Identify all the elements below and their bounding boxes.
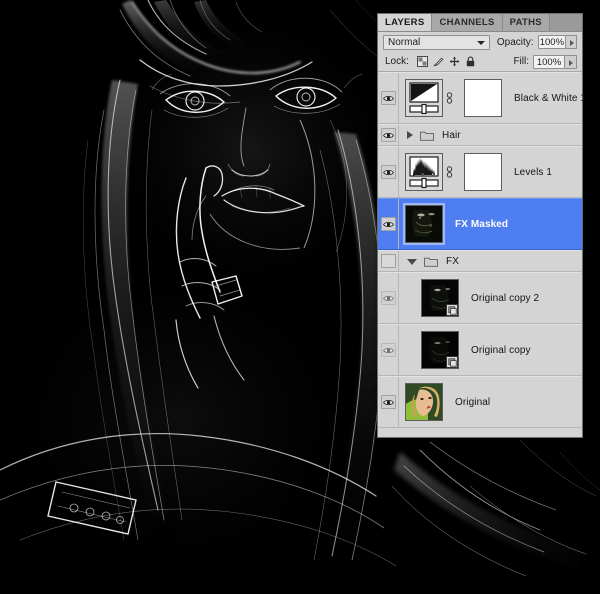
lock-label: Lock: xyxy=(385,56,409,67)
layer-thumbnail[interactable] xyxy=(405,205,443,243)
black-and-white-icon xyxy=(406,80,442,116)
opacity-label: Opacity: xyxy=(497,37,534,48)
layer-visibility-toggle[interactable] xyxy=(378,273,399,323)
eye-glyph xyxy=(383,347,394,354)
tab-layers[interactable]: LAYERS xyxy=(378,14,432,31)
layer-thumbnail-area[interactable] xyxy=(421,331,459,369)
levels-icon xyxy=(406,154,442,190)
eye-icon-off[interactable] xyxy=(381,254,396,268)
group-expand-triangle-icon[interactable] xyxy=(407,131,413,139)
layer-visibility-toggle[interactable] xyxy=(378,147,399,197)
original-thumbnail-art xyxy=(406,384,442,420)
eye-icon[interactable] xyxy=(381,291,396,305)
layer-name[interactable]: FX Masked xyxy=(455,219,508,230)
eye-glyph xyxy=(383,399,394,406)
fill-label: Fill: xyxy=(513,56,529,67)
tab-paths[interactable]: PATHS xyxy=(503,14,550,31)
folder-icon xyxy=(420,130,434,141)
eye-glyph xyxy=(383,95,394,102)
lock-icon-group xyxy=(417,56,476,67)
layer-thumbnail-area[interactable] xyxy=(421,279,459,317)
smart-object-badge-icon xyxy=(446,356,458,368)
folder-icon xyxy=(424,256,438,267)
eye-icon[interactable] xyxy=(381,128,396,142)
layer-row-original-copy[interactable]: Original copy xyxy=(378,324,582,376)
chevron-down-icon xyxy=(477,41,485,45)
adjustment-thumbnail[interactable] xyxy=(405,153,443,191)
eye-icon[interactable] xyxy=(381,91,396,105)
eye-icon[interactable] xyxy=(381,343,396,357)
layer-visibility-toggle[interactable] xyxy=(378,125,399,145)
eye-glyph xyxy=(383,169,394,176)
eye-glyph xyxy=(383,295,394,302)
layer-visibility-toggle[interactable] xyxy=(378,251,399,271)
layer-row-fx-group[interactable]: FX xyxy=(378,250,582,272)
blend-mode-select[interactable]: Normal xyxy=(383,35,490,50)
layers-panel[interactable]: LAYERS CHANNELS PATHS Normal Opacity: 10… xyxy=(377,13,583,438)
fill-stepper[interactable] xyxy=(565,55,577,69)
eye-glyph xyxy=(383,132,394,139)
smart-object-glyph xyxy=(448,358,457,367)
layer-list[interactable]: Black & White 1 Hair xyxy=(378,72,582,428)
smart-object-badge-icon xyxy=(446,304,458,316)
panel-tab-strip: LAYERS CHANNELS PATHS xyxy=(378,14,582,32)
eye-icon[interactable] xyxy=(381,165,396,179)
layer-row-hair-group[interactable]: Hair xyxy=(378,124,582,146)
lock-all-icon[interactable] xyxy=(465,56,476,67)
eye-glyph xyxy=(383,221,394,228)
layer-thumbnail-area[interactable] xyxy=(399,383,443,421)
layer-name[interactable]: Original xyxy=(455,397,490,408)
eye-icon[interactable] xyxy=(381,217,396,231)
adjustment-thumbnail[interactable] xyxy=(405,79,443,117)
layer-name[interactable]: Levels 1 xyxy=(514,167,552,178)
brush-lock-icon[interactable] xyxy=(433,56,444,67)
layer-mask-thumbnail[interactable] xyxy=(464,153,502,191)
layer-row-levels-1[interactable]: Levels 1 xyxy=(378,146,582,198)
layer-visibility-toggle[interactable] xyxy=(378,377,399,427)
tab-channels[interactable]: CHANNELS xyxy=(432,14,502,31)
tab-strip-filler xyxy=(550,14,582,31)
blend-mode-value: Normal xyxy=(384,36,420,49)
chain-link-glyph xyxy=(446,166,453,178)
eye-icon[interactable] xyxy=(381,395,396,409)
layer-row-black-and-white-1[interactable]: Black & White 1 xyxy=(378,72,582,124)
fill-input[interactable]: 100% xyxy=(533,55,565,69)
layer-name[interactable]: FX xyxy=(446,256,459,267)
mask-link-icon[interactable] xyxy=(446,166,452,178)
folder-glyph xyxy=(420,130,434,141)
mask-link-icon[interactable] xyxy=(446,92,452,104)
smart-object-glyph xyxy=(448,306,457,315)
transparency-lock-icon[interactable] xyxy=(417,56,428,67)
move-lock-icon[interactable] xyxy=(449,56,460,67)
layer-mask-thumbnail[interactable] xyxy=(464,79,502,117)
blend-opacity-row: Normal Opacity: 100% xyxy=(378,32,582,52)
opacity-stepper[interactable] xyxy=(566,35,577,49)
fx-masked-thumbnail-art xyxy=(406,206,442,242)
layer-row-fx-masked[interactable]: FX Masked xyxy=(378,198,582,250)
layer-name[interactable]: Black & White 1 xyxy=(514,93,586,104)
group-collapse-triangle-icon[interactable] xyxy=(407,259,417,265)
layer-visibility-toggle[interactable] xyxy=(378,325,399,375)
layer-visibility-toggle[interactable] xyxy=(378,199,399,249)
layer-visibility-toggle[interactable] xyxy=(378,73,399,123)
layer-row-original-copy-2[interactable]: Original copy 2 xyxy=(378,272,582,324)
layer-thumbnail[interactable] xyxy=(421,279,459,317)
layer-thumbnail[interactable] xyxy=(405,383,443,421)
lock-fill-row: Lock: Fill: 100% xyxy=(378,52,582,72)
panel-bottom-filler xyxy=(378,428,582,436)
layer-thumbnail-area[interactable] xyxy=(399,205,443,243)
layer-thumbnail-area[interactable] xyxy=(399,79,502,117)
chain-link-glyph xyxy=(446,92,453,104)
layer-name[interactable]: Hair xyxy=(442,130,461,141)
opacity-input[interactable]: 100% xyxy=(538,35,567,49)
folder-glyph xyxy=(424,256,438,267)
layer-row-original[interactable]: Original xyxy=(378,376,582,428)
layer-thumbnail[interactable] xyxy=(421,331,459,369)
layer-name[interactable]: Original copy 2 xyxy=(471,293,539,304)
layer-thumbnail-area[interactable] xyxy=(399,153,502,191)
layer-name[interactable]: Original copy xyxy=(471,345,531,356)
